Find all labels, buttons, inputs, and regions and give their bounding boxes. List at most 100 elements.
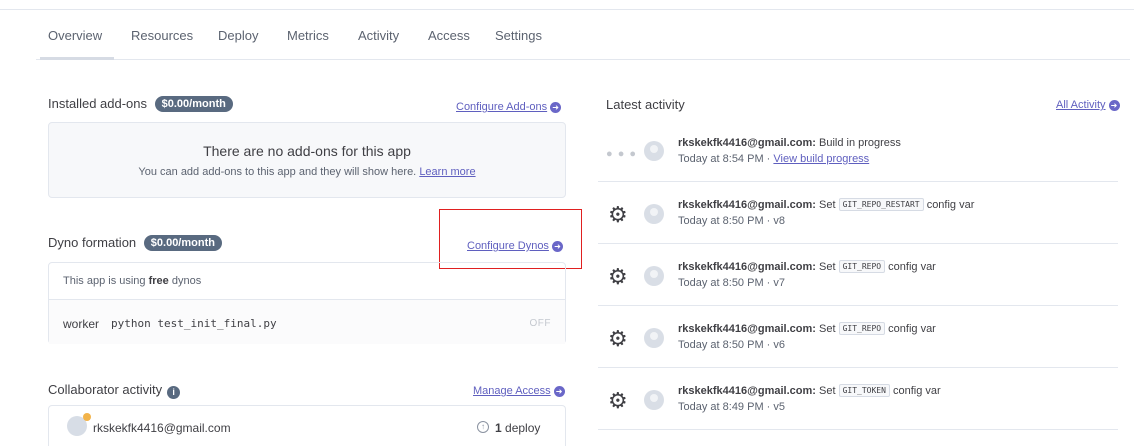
dots-icon: ● ● ● [606, 148, 638, 160]
tab-overview[interactable]: Overview [48, 28, 102, 43]
release-version: v7 [773, 277, 786, 289]
activity-action: Build in progress [818, 137, 901, 149]
manage-access-link[interactable]: Manage Access ➜ [473, 385, 565, 397]
activity-suffix: config var [892, 385, 941, 397]
collaborators-heading: Collaborator activity i [48, 382, 181, 399]
addons-empty-text: You can add add-ons to this app and they… [138, 166, 417, 178]
release-version: v6 [773, 339, 786, 351]
activity-user: rkskekfk4416@gmail.com: [678, 323, 816, 335]
app-tabs: Overview Resources Deploy Metrics Activi… [36, 18, 1130, 60]
manage-access-label[interactable]: Manage Access [473, 385, 551, 397]
activity-summary: rkskekfk4416@gmail.com: Set GIT_REPO_RES… [678, 198, 974, 211]
activity-suffix: config var [926, 199, 975, 211]
avatar [644, 328, 664, 348]
activity-user: rkskekfk4416@gmail.com: [678, 199, 816, 211]
activity-meta: Today at 8:54 PM · View build progress [678, 153, 870, 165]
gear-icon: ⚙ [608, 388, 628, 413]
activity-action: Set [818, 323, 836, 335]
config-var-name: GIT_REPO [838, 322, 886, 335]
arrow-right-icon: ➜ [1108, 100, 1120, 111]
addons-empty-subtitle: You can add add-ons to this app and they… [49, 166, 565, 178]
activity-action: Set [818, 261, 836, 273]
activity-summary: rkskekfk4416@gmail.com: Set GIT_TOKEN co… [678, 384, 941, 397]
collaborator-email: rkskekfk4416@gmail.com [93, 421, 231, 435]
dyno-type: worker [63, 317, 100, 331]
dyno-command: python test_init_final.py [111, 317, 277, 330]
tab-settings[interactable]: Settings [495, 28, 542, 43]
gear-icon: ⚙ [608, 264, 628, 289]
activity-time: Today at 8:49 PM [678, 401, 764, 413]
activity-meta: Today at 8:49 PM · v5 [678, 401, 786, 413]
list-item: ⚙ rkskekfk4416@gmail.com: Set GIT_TOKEN … [598, 368, 1118, 430]
highlight-annotation-box [439, 209, 582, 269]
activity-time: Today at 8:50 PM [678, 339, 764, 351]
list-item: ⚙ rkskekfk4416@gmail.com: Set GIT_REPO_R… [598, 182, 1118, 244]
release-version: v8 [773, 215, 786, 227]
activity-action: Set [818, 385, 836, 397]
activity-title: Latest activity [606, 97, 685, 112]
activity-time: Today at 8:50 PM [678, 277, 764, 289]
activity-meta: Today at 8:50 PM · v8 [678, 215, 786, 227]
arrow-right-icon: ➜ [550, 102, 562, 113]
all-activity-link[interactable]: All Activity ➜ [1056, 99, 1120, 111]
tab-metrics[interactable]: Metrics [287, 28, 329, 43]
info-icon[interactable]: i [167, 386, 181, 399]
all-activity-label[interactable]: All Activity [1056, 99, 1106, 111]
avatar [644, 141, 664, 161]
dynos-heading: Dyno formation $0.00/month [48, 235, 222, 251]
addons-empty-title: There are no add-ons for this app [203, 143, 411, 159]
dyno-status: OFF [529, 318, 551, 329]
collaborator-list: rkskekfk4416@gmail.com ↑ 1 deploy [48, 405, 566, 446]
activity-meta: Today at 8:50 PM · v6 [678, 339, 786, 351]
dynos-title: Dyno formation [48, 235, 137, 250]
dynos-cost-badge: $0.00/month [143, 235, 222, 251]
deploy-count: 1 deploy [495, 421, 540, 435]
configure-addons-label[interactable]: Configure Add-ons [456, 101, 547, 113]
activity-summary: rkskekfk4416@gmail.com: Set GIT_REPO con… [678, 322, 936, 335]
gear-icon: ⚙ [608, 202, 628, 227]
learn-more-link[interactable]: Learn more [419, 166, 475, 178]
dyno-formation-box: This app is using free dynos worker pyth… [48, 262, 566, 344]
arrow-right-icon: ➜ [553, 386, 565, 397]
tab-deploy[interactable]: Deploy [218, 28, 258, 43]
deploy-count-number: 1 [495, 421, 502, 435]
activity-user: rkskekfk4416@gmail.com: [678, 261, 816, 273]
activity-summary: rkskekfk4416@gmail.com: Set GIT_REPO con… [678, 260, 936, 273]
activity-suffix: config var [888, 323, 936, 335]
tab-access[interactable]: Access [428, 28, 470, 43]
avatar [644, 390, 664, 410]
activity-time: Today at 8:50 PM [678, 215, 764, 227]
collaborators-title: Collaborator activity [48, 382, 163, 397]
activity-summary: rkskekfk4416@gmail.com: Build in progres… [678, 137, 901, 149]
dyno-note-plan: free [148, 275, 169, 287]
list-item: ⚙ rkskekfk4416@gmail.com: Set GIT_REPO c… [598, 244, 1118, 306]
addons-cost-badge: $0.00/month [154, 96, 233, 112]
activity-user: rkskekfk4416@gmail.com: [678, 385, 816, 397]
view-build-progress-link[interactable]: View build progress [773, 153, 869, 165]
gear-icon: ⚙ [608, 326, 628, 351]
dyno-note-suffix: dynos [171, 275, 202, 287]
activity-meta: Today at 8:50 PM · v7 [678, 277, 786, 289]
deploy-arrow-icon: ↑ [477, 421, 489, 433]
config-var-name: GIT_TOKEN [838, 384, 890, 397]
addons-empty-state: There are no add-ons for this app You ca… [48, 122, 566, 198]
activity-action: Set [818, 199, 836, 211]
configure-addons-link[interactable]: Configure Add-ons ➜ [456, 101, 562, 113]
avatar [644, 204, 664, 224]
release-version: v5 [773, 401, 786, 413]
top-divider [0, 0, 1134, 10]
list-item: ⚙ rkskekfk4416@gmail.com: Set GIT_REPO c… [598, 306, 1118, 368]
addons-heading: Installed add-ons $0.00/month [48, 96, 233, 112]
activity-user: rkskekfk4416@gmail.com: [678, 137, 816, 149]
config-var-name: GIT_REPO [838, 260, 886, 273]
avatar [67, 413, 91, 436]
tab-resources[interactable]: Resources [131, 28, 193, 43]
activity-time: Today at 8:54 PM [678, 153, 764, 165]
config-var-name: GIT_REPO_RESTART [838, 198, 924, 211]
deploy-count-label: deploy [505, 421, 541, 435]
dyno-note-prefix: This app is using [63, 275, 146, 287]
avatar [644, 266, 664, 286]
list-item: ● ● ● rkskekfk4416@gmail.com: Build in p… [598, 120, 1118, 182]
tab-activity[interactable]: Activity [358, 28, 399, 43]
activity-suffix: config var [888, 261, 936, 273]
